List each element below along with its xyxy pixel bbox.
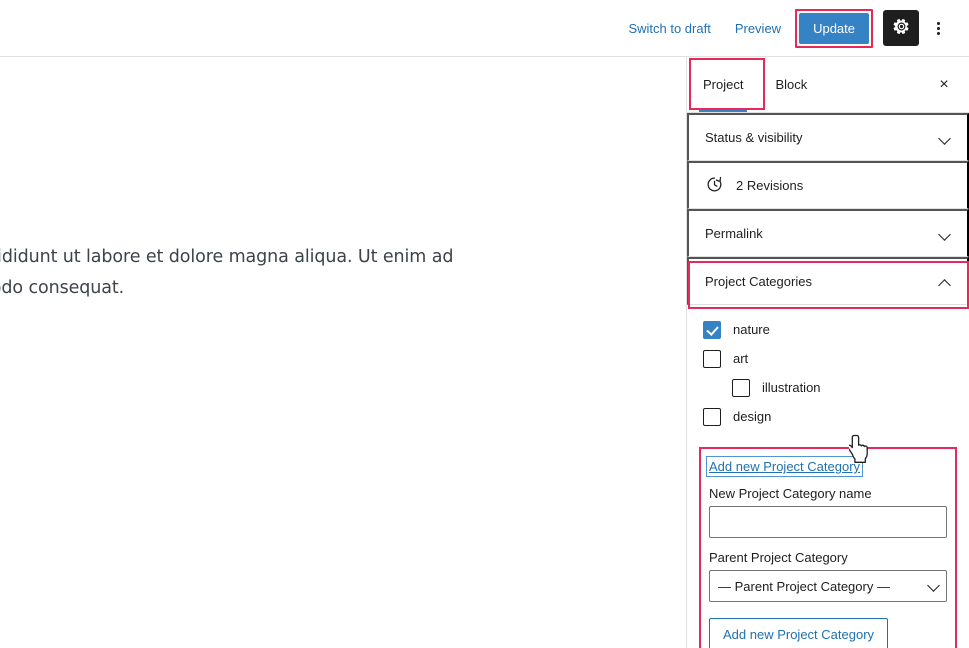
paragraph-line-1: empor incididunt ut labore et dolore mag… <box>0 247 454 267</box>
wordpress-editor-screen: Switch to draft Preview Update em <box>0 0 969 648</box>
checkbox-nature[interactable] <box>703 320 721 339</box>
panel-status-and-visibility[interactable]: Status & visibility <box>687 113 969 161</box>
more-options-button[interactable] <box>923 10 953 46</box>
update-button-wrapper: Update <box>795 8 873 48</box>
add-new-category-form: Add new Project Category New Project Cat… <box>699 447 957 648</box>
panel-project-categories[interactable]: Project Categories <box>687 257 969 305</box>
kebab-menu-icon <box>936 20 940 37</box>
add-new-category-toggle-wrapper: Add new Project Category <box>705 456 864 477</box>
parent-category-select-wrapper: — Parent Project Category — <box>709 570 947 602</box>
tab-block[interactable]: Block <box>759 57 823 112</box>
panel-permalink[interactable]: Permalink <box>687 209 969 257</box>
panel-project-categories-label: Project Categories <box>705 274 812 289</box>
close-sidebar-button[interactable]: × <box>929 70 959 100</box>
add-new-category-submit-button[interactable]: Add new Project Category <box>709 618 889 648</box>
settings-sidebar: Project Block × Status & visibility 2 Re… <box>686 57 969 648</box>
settings-toggle-button[interactable] <box>883 10 919 46</box>
new-category-name-input[interactable] <box>709 506 947 538</box>
revisions-clock-icon <box>705 175 724 197</box>
add-new-category-toggle-link[interactable]: Add new Project Category <box>705 456 864 477</box>
gear-icon <box>892 17 911 39</box>
sidebar-tablist: Project Block × <box>687 57 969 113</box>
paragraph-line-2: ea commodo consequat. <box>0 277 125 298</box>
chevron-up-icon <box>939 276 951 288</box>
project-categories-checklist: nature art illustration design <box>687 305 969 431</box>
category-item-art[interactable]: art <box>703 344 953 373</box>
category-item-design[interactable]: design <box>703 402 953 431</box>
category-item-nature[interactable]: nature <box>703 315 953 344</box>
panel-permalink-label: Permalink <box>705 226 763 241</box>
revisions-row[interactable]: 2 Revisions <box>687 161 969 209</box>
new-category-name-label: New Project Category name <box>709 486 872 501</box>
post-paragraph-block[interactable]: empor incididunt ut labore et dolore mag… <box>0 242 590 303</box>
category-label-art: art <box>733 351 749 366</box>
category-label-design: design <box>733 409 772 424</box>
panel-status-and-visibility-label: Status & visibility <box>705 130 803 145</box>
checkbox-design[interactable] <box>703 407 721 426</box>
chevron-down-icon <box>939 132 951 144</box>
parent-category-label: Parent Project Category <box>709 550 848 565</box>
update-button[interactable]: Update <box>799 12 869 44</box>
editor-header-toolbar: Switch to draft Preview Update <box>0 0 969 57</box>
category-item-illustration[interactable]: illustration <box>703 373 953 402</box>
preview-button[interactable]: Preview <box>723 15 793 42</box>
switch-to-draft-button[interactable]: Switch to draft <box>616 15 722 42</box>
chevron-down-icon <box>939 228 951 240</box>
category-label-nature: nature <box>733 322 770 337</box>
parent-category-select[interactable]: — Parent Project Category — <box>709 570 947 602</box>
editor-canvas[interactable]: empor incididunt ut labore et dolore mag… <box>0 57 686 648</box>
checkbox-illustration[interactable] <box>732 378 750 397</box>
checkbox-art[interactable] <box>703 349 721 368</box>
revisions-label: 2 Revisions <box>736 178 804 193</box>
category-label-illustration: illustration <box>762 380 821 395</box>
tab-project[interactable]: Project <box>687 57 759 112</box>
